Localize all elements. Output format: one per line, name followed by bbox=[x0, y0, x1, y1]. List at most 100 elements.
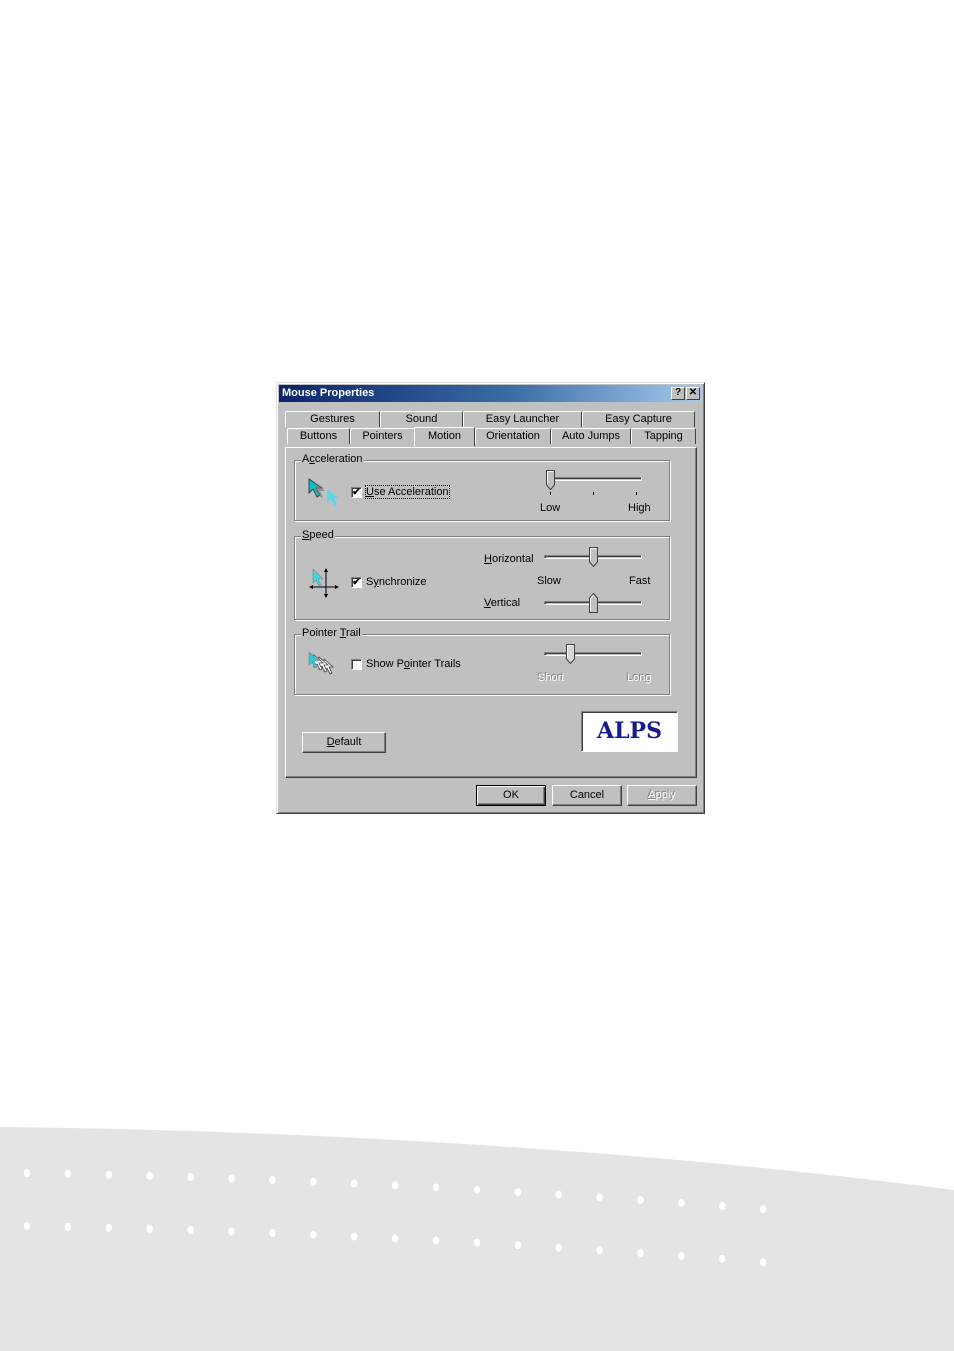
decorative-dot bbox=[146, 1171, 153, 1180]
decorative-dot bbox=[269, 1229, 276, 1237]
alps-logo-text: ALPS bbox=[597, 718, 662, 744]
vertical-slider-thumb[interactable] bbox=[588, 593, 598, 613]
decorative-dot bbox=[514, 1241, 521, 1250]
close-icon: ✕ bbox=[688, 387, 698, 398]
tab-label: Auto Jumps bbox=[561, 430, 621, 442]
decorative-dot bbox=[310, 1177, 317, 1186]
pointer-trail-slider-thumb[interactable] bbox=[565, 644, 575, 664]
slider-tick bbox=[593, 492, 594, 495]
decorative-dot bbox=[187, 1226, 194, 1235]
decorative-dot bbox=[555, 1190, 562, 1199]
decorative-dot bbox=[473, 1185, 481, 1194]
show-pointer-trails-label[interactable]: Show Pointer Trails bbox=[366, 658, 461, 670]
title-bar[interactable]: Mouse Properties ? ✕ bbox=[279, 385, 702, 402]
decorative-dot bbox=[760, 1258, 767, 1267]
dialog-title: Mouse Properties bbox=[282, 387, 375, 399]
tab-label: Orientation bbox=[486, 430, 540, 442]
decorative-dot bbox=[64, 1222, 72, 1231]
short-label: Short bbox=[538, 672, 565, 684]
cancel-button[interactable]: Cancel bbox=[552, 785, 622, 806]
decorative-dot bbox=[105, 1223, 113, 1232]
decorative-dot bbox=[310, 1230, 317, 1239]
decorative-dot bbox=[473, 1238, 481, 1247]
slow-label: Slow bbox=[537, 575, 561, 587]
pointer-trail-group-label: Pointer Trail bbox=[301, 627, 362, 639]
tab-auto-jumps[interactable]: Auto Jumps bbox=[551, 428, 631, 444]
decorative-dot bbox=[228, 1227, 235, 1236]
tab-easy-launcher[interactable]: Easy Launcher bbox=[463, 411, 582, 427]
decorative-dot bbox=[432, 1236, 440, 1245]
decorative-dot bbox=[596, 1193, 603, 1202]
acceleration-slider-track[interactable] bbox=[549, 477, 642, 481]
decorative-dot bbox=[228, 1174, 235, 1183]
tab-pointers[interactable]: Pointers bbox=[350, 428, 415, 444]
tab-buttons[interactable]: Buttons bbox=[287, 428, 350, 444]
horizontal-slider-thumb[interactable] bbox=[588, 547, 598, 567]
decorative-dot bbox=[391, 1181, 399, 1190]
tab-label: Easy Launcher bbox=[485, 413, 560, 425]
pointer-trail-slider-track[interactable] bbox=[544, 652, 642, 656]
tab-label: Easy Capture bbox=[605, 413, 672, 425]
tab-easy-capture[interactable]: Easy Capture bbox=[582, 411, 695, 427]
tab-motion[interactable]: Motion bbox=[414, 427, 475, 446]
decorative-dot bbox=[637, 1196, 644, 1204]
decorative-dot bbox=[432, 1183, 440, 1192]
decorative-dot bbox=[269, 1176, 276, 1184]
tab-label: Motion bbox=[427, 430, 462, 442]
decorative-dot bbox=[105, 1170, 113, 1179]
pointer-trail-group: Pointer Trail Show Pointer Trails Short … bbox=[294, 627, 670, 695]
decorative-dot bbox=[351, 1232, 358, 1241]
decorative-dot bbox=[760, 1205, 767, 1214]
mouse-properties-dialog: Mouse Properties ? ✕ Gestures Sound Easy… bbox=[276, 382, 705, 814]
default-button[interactable]: Default bbox=[302, 732, 386, 753]
synchronize-checkbox[interactable]: ✔ bbox=[351, 577, 362, 588]
decorative-dot bbox=[391, 1234, 399, 1243]
tab-label: Gestures bbox=[310, 413, 355, 425]
tab-label: Sound bbox=[405, 413, 438, 425]
help-icon: ? bbox=[674, 387, 682, 398]
acceleration-pointer-icon bbox=[308, 478, 339, 506]
tab-tapping[interactable]: Tapping bbox=[631, 428, 696, 444]
slider-tick bbox=[636, 492, 637, 495]
tab-orientation[interactable]: Orientation bbox=[475, 428, 551, 444]
decorative-dot bbox=[187, 1173, 194, 1182]
decorative-dot bbox=[678, 1198, 685, 1207]
acceleration-slider-thumb[interactable] bbox=[546, 470, 555, 490]
decorative-dot bbox=[719, 1202, 726, 1210]
decorative-dot bbox=[23, 1169, 31, 1177]
acceleration-group: Acceleration ✔ Use Acceleration Low High bbox=[294, 453, 670, 521]
use-acceleration-checkbox[interactable]: ✔ bbox=[351, 487, 362, 498]
fast-label: Fast bbox=[629, 575, 651, 587]
decorative-dot bbox=[23, 1222, 31, 1230]
close-button[interactable]: ✕ bbox=[686, 387, 700, 400]
vertical-label: Vertical bbox=[484, 597, 521, 609]
synchronize-label[interactable]: Synchronize bbox=[366, 576, 427, 588]
decorative-dot bbox=[719, 1255, 726, 1263]
decorative-dot bbox=[351, 1179, 358, 1188]
check-icon: ✔ bbox=[352, 487, 361, 498]
acceleration-low-label: Low bbox=[540, 502, 561, 514]
speed-group-label: Speed bbox=[301, 529, 335, 541]
acceleration-group-label: Acceleration bbox=[301, 453, 364, 465]
long-label: Long bbox=[627, 672, 652, 684]
decorative-dot bbox=[637, 1249, 644, 1257]
slider-tick bbox=[550, 492, 551, 495]
decorative-dot bbox=[146, 1224, 153, 1233]
apply-button[interactable]: Apply bbox=[627, 785, 697, 806]
pointer-trail-icon bbox=[308, 651, 335, 675]
tab-label: Buttons bbox=[299, 430, 338, 442]
tab-sound[interactable]: Sound bbox=[380, 411, 463, 427]
decorative-dot bbox=[596, 1246, 603, 1255]
check-icon: ✔ bbox=[352, 577, 361, 588]
speed-group: Speed ✔ Synchronize Horizontal Slow Fast… bbox=[294, 529, 670, 620]
alps-logo: ALPS bbox=[581, 711, 678, 752]
decorative-dot bbox=[514, 1188, 521, 1197]
help-button[interactable]: ? bbox=[671, 387, 685, 400]
tab-label: Pointers bbox=[362, 430, 403, 442]
use-acceleration-label[interactable]: Use Acceleration bbox=[365, 485, 450, 499]
show-pointer-trails-checkbox[interactable] bbox=[351, 659, 362, 670]
decorative-dot bbox=[678, 1251, 685, 1260]
horizontal-label: Horizontal bbox=[484, 553, 534, 565]
ok-button[interactable]: OK bbox=[476, 785, 546, 806]
tab-gestures[interactable]: Gestures bbox=[285, 411, 380, 427]
